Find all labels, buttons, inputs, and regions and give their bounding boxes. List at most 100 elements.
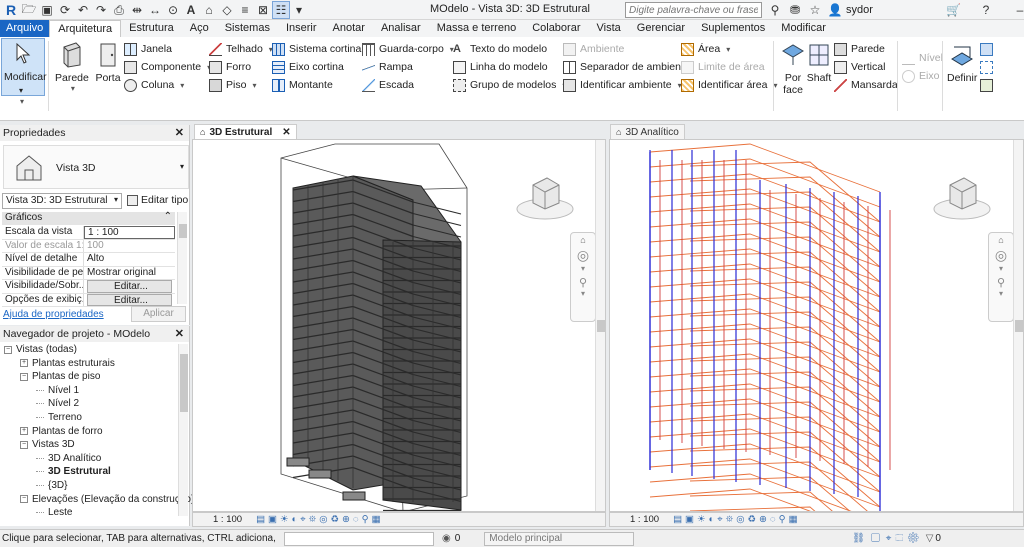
property-value[interactable]: Editar...	[87, 280, 172, 293]
curtain-system-button[interactable]: Sistema cortina	[272, 42, 361, 56]
room-button[interactable]: Ambiente	[563, 42, 624, 56]
tab-12[interactable]: Suplementos	[693, 20, 773, 37]
tab-13[interactable]: Modificar	[773, 20, 834, 37]
undo-icon[interactable]: ↶	[74, 1, 92, 19]
grid-button[interactable]: Eixo	[902, 69, 939, 83]
property-value[interactable]: Mostrar original	[84, 267, 175, 280]
area-button[interactable]: Área ▾	[681, 42, 730, 56]
text-icon[interactable]: A	[182, 1, 200, 19]
expand-icon[interactable]: +	[20, 427, 28, 436]
tab-8[interactable]: Massa e terreno	[429, 20, 524, 37]
view-3d-icon[interactable]: ⌂	[200, 1, 218, 19]
model-group-button[interactable]: Grupo de modelos▾	[453, 78, 566, 92]
view-control-icons[interactable]: ▤▣☀◐⌖⛯◎♻⊕◌⚲▦	[673, 514, 801, 525]
browser-item[interactable]: 3D Estrutural	[36, 466, 111, 477]
close-icon[interactable]: ✕	[282, 127, 290, 138]
close-icon[interactable]: ✕	[175, 327, 184, 340]
viewport-3d-analytical[interactable]: ⌂ ◎ ▾ ⚲ ▾	[609, 139, 1024, 512]
view-scale[interactable]: 1 : 100	[213, 514, 242, 525]
collapse-icon[interactable]: −	[20, 440, 28, 449]
filter-icon[interactable]: ▽	[926, 533, 934, 544]
level-button[interactable]: Nível	[902, 51, 943, 65]
property-value[interactable]: 1 : 100	[84, 226, 175, 239]
shaft-button[interactable]: Shaft	[805, 41, 833, 84]
viewcube-icon[interactable]	[513, 165, 577, 229]
favorites-icon[interactable]: ☆	[806, 1, 824, 19]
property-value[interactable]: Editar...	[87, 293, 172, 306]
revit-logo-icon[interactable]: R	[2, 1, 20, 19]
browser-item[interactable]: − Plantas de piso	[20, 371, 100, 382]
roof-button[interactable]: Telhado ▾	[209, 42, 273, 56]
room-separator-button[interactable]: Separador de ambiente	[563, 60, 690, 74]
collapse-icon[interactable]: −	[20, 372, 28, 381]
save-icon[interactable]: ▣	[38, 1, 56, 19]
mullion-button[interactable]: Montante	[272, 78, 333, 92]
tab-11[interactable]: Gerenciar	[629, 20, 693, 37]
measure-icon[interactable]: ⇹	[128, 1, 146, 19]
tag-icon[interactable]: ⊙	[164, 1, 182, 19]
browser-item[interactable]: {3D}	[36, 480, 67, 491]
redo-icon[interactable]: ↷	[92, 1, 110, 19]
type-selector[interactable]: Vista 3D ▾	[3, 145, 189, 189]
navigation-bar[interactable]: ⌂ ◎ ▾ ⚲ ▾	[988, 232, 1014, 322]
selection-toggles[interactable]: ⛓◻⌖⬚⚙	[852, 533, 923, 544]
model-line-button[interactable]: Linha do modelo	[453, 60, 548, 74]
tab-3[interactable]: Aço	[182, 20, 217, 37]
select-dropdown-icon[interactable]: ▾	[20, 97, 24, 106]
browser-item[interactable]: − Vistas 3D	[20, 439, 75, 450]
view-scale[interactable]: 1 : 100	[630, 514, 659, 525]
user-icon[interactable]: 👤	[826, 1, 844, 19]
curtain-grid-button[interactable]: Eixo cortina	[272, 60, 344, 74]
viewcube-icon[interactable]	[930, 165, 994, 229]
browser-item[interactable]: Leste	[36, 507, 72, 518]
stair-button[interactable]: Escada	[362, 78, 414, 92]
browser-item[interactable]: 3D Analítico	[36, 453, 101, 464]
design-option-field[interactable]: Modelo principal	[484, 531, 635, 546]
switch-windows-icon[interactable]: ☷	[272, 1, 290, 19]
properties-scrollbar[interactable]	[177, 212, 187, 304]
cart-icon[interactable]: ⛃	[786, 1, 804, 19]
dormer-button[interactable]: Mansarda	[834, 78, 898, 92]
tab-1[interactable]: Arquitetura	[49, 20, 122, 37]
search-input[interactable]	[625, 2, 762, 18]
browser-item[interactable]: Nível 1	[36, 385, 79, 396]
viewer-button[interactable]	[980, 78, 993, 92]
close-hidden-icon[interactable]: ⊠	[254, 1, 272, 19]
view-control-icons[interactable]: ▤▣☀◐⌖⛯◎♻⊕◌⚲▦	[256, 514, 384, 525]
set-workplane-button[interactable]: Definir	[947, 41, 977, 84]
view-scrollbar[interactable]	[1013, 140, 1023, 511]
expand-icon[interactable]: +	[20, 359, 28, 368]
tab-7[interactable]: Analisar	[373, 20, 429, 37]
area-boundary-button[interactable]: Limite de área	[681, 60, 765, 74]
dimension-icon[interactable]: ↔	[146, 1, 164, 19]
minimize-icon[interactable]: –	[1011, 1, 1024, 19]
browser-item[interactable]: + Plantas estruturais	[20, 358, 115, 369]
wall-button[interactable]: Parede ▾	[55, 41, 89, 93]
tab-0[interactable]: Arquivo	[0, 20, 50, 37]
sync-icon[interactable]: ⟳	[56, 1, 74, 19]
properties-help-link[interactable]: Ajuda de propriedades	[3, 309, 104, 320]
print-icon[interactable]: ⎙	[110, 1, 128, 19]
by-face-button[interactable]: Por face	[779, 41, 807, 96]
property-row[interactable]: Opções de exibiç... Editar...	[2, 293, 175, 307]
viewport-3d-structural[interactable]: ⌂ ◎ ▾ ⚲ ▾	[192, 139, 606, 512]
wall-opening-button[interactable]: Parede	[834, 42, 885, 56]
property-row[interactable]: Nível de detalhe Alto	[2, 253, 175, 267]
tab-6[interactable]: Anotar	[325, 20, 373, 37]
property-row[interactable]: Escala da vista 1 : 100	[2, 226, 175, 240]
property-value[interactable]: 100	[84, 240, 175, 253]
column-button[interactable]: Coluna ▾	[124, 78, 184, 92]
instance-selector[interactable]: Vista 3D: 3D Estrutural ▾	[2, 193, 122, 209]
tab-2[interactable]: Estrutura	[121, 20, 182, 37]
help-icon[interactable]: ?	[977, 1, 995, 19]
graphics-section[interactable]: Gráficos ⌃	[2, 211, 175, 225]
window-button[interactable]: Janela	[124, 42, 172, 56]
browser-item[interactable]: − Vistas (todas)	[4, 344, 77, 355]
apply-button[interactable]: Aplicar	[131, 306, 186, 322]
railing-button[interactable]: Guarda-corpo ▾	[362, 42, 454, 56]
tab-5[interactable]: Inserir	[278, 20, 325, 37]
tag-room-button[interactable]: Identificar ambiente ▾	[563, 78, 682, 92]
customize-qat-icon[interactable]: ▾	[290, 1, 308, 19]
property-value[interactable]: Alto	[84, 253, 175, 266]
ramp-button[interactable]: Rampa	[362, 60, 413, 74]
